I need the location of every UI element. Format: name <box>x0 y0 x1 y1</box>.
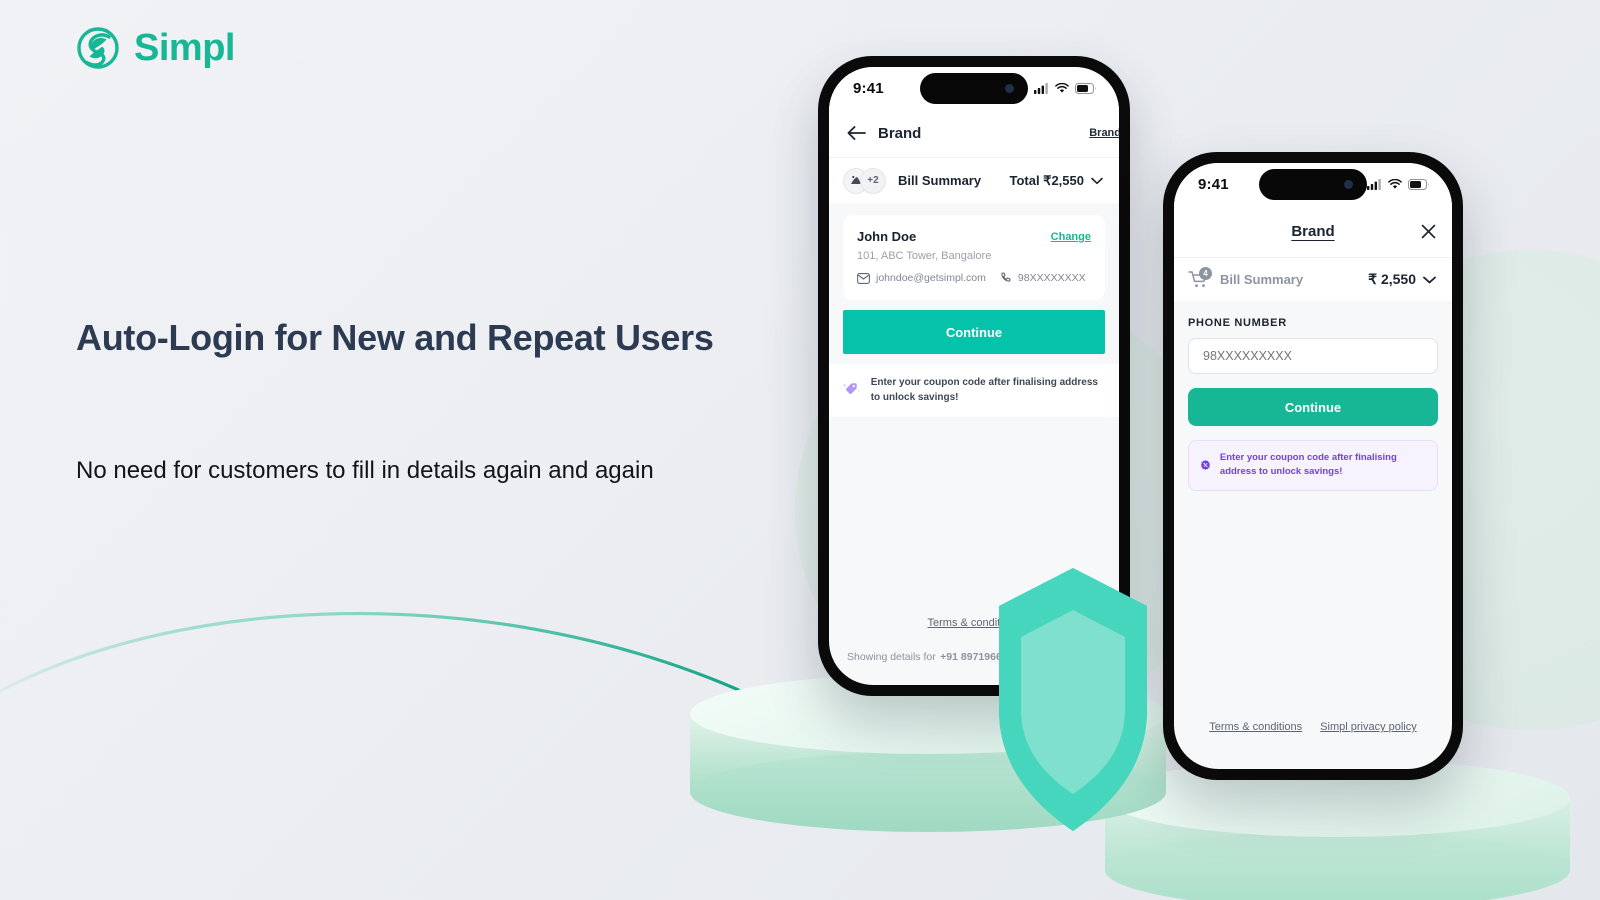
dynamic-island <box>920 73 1028 104</box>
chevron-down-icon[interactable] <box>1091 177 1103 185</box>
address-email-text: johndoe@getsimpl.com <box>876 272 986 284</box>
bill-summary-total: ₹ 2,550 <box>1368 271 1436 288</box>
saved-address-card[interactable]: John Doe Change 101, ABC Tower, Bangalor… <box>843 215 1105 300</box>
phone-one-appbar: Brand Brand <box>829 109 1119 157</box>
front-camera-icon <box>1005 84 1014 93</box>
phone-two-continue-button[interactable]: Continue <box>1188 388 1438 426</box>
page-headline: Auto-Login for New and Repeat Users <box>76 317 714 358</box>
address-name: John Doe <box>857 229 917 244</box>
phone-icon <box>1001 272 1011 282</box>
bill-item-thumbnails: +2 <box>843 167 886 194</box>
chevron-down-icon[interactable] <box>1423 276 1436 284</box>
phone-one-brand-corner-link[interactable]: Brand <box>1089 127 1119 139</box>
address-phone-text: 98XXXXXXXX <box>1017 272 1086 284</box>
dynamic-island <box>1259 169 1367 200</box>
coupon-tag-icon <box>843 383 860 395</box>
phone-one-continue-button[interactable]: Continue <box>843 310 1105 354</box>
terms-conditions-link[interactable]: Terms & conditions <box>1209 721 1302 733</box>
address-email: johndoe@getsimpl.com <box>857 272 986 284</box>
phone-two-statusbar: 9:41 <box>1174 163 1452 205</box>
address-phone: 98XXXXXXXX <box>1000 272 1086 284</box>
coupon-badge-icon <box>1200 460 1211 471</box>
phone-two-footer-links: Terms & conditions Simpl privacy policy <box>1174 721 1452 733</box>
showing-details-prefix: Showing details for <box>847 651 936 663</box>
front-camera-icon <box>1344 180 1353 189</box>
bill-summary-total: Total ₹2,550 <box>1009 173 1103 189</box>
battery-icon <box>1075 82 1096 94</box>
status-time: 9:41 <box>853 79 884 97</box>
wifi-icon <box>1388 178 1402 189</box>
signal-bars-icon <box>1367 178 1381 190</box>
status-time: 9:41 <box>1198 175 1229 193</box>
simpl-logo-icon <box>77 27 119 69</box>
phone-two-screen: 9:41 Brand 4 Bill Summary ₹ 2,550 PHONE … <box>1174 163 1452 769</box>
page-subheadline: No need for customers to fill in details… <box>76 457 654 484</box>
phone-one-coupon-banner: Enter your coupon code after finalising … <box>843 376 1105 405</box>
phone-mockup-two: 9:41 Brand 4 Bill Summary ₹ 2,550 PHONE … <box>1163 152 1463 780</box>
battery-icon <box>1408 178 1429 190</box>
simpl-logo[interactable]: Simpl <box>76 26 235 70</box>
simpl-logo-text: Simpl <box>134 26 235 69</box>
change-address-link[interactable]: Change <box>1051 231 1091 243</box>
phone-one-brand-title: Brand <box>878 124 922 142</box>
phone-two-appbar: Brand <box>1174 205 1452 257</box>
back-arrow-icon[interactable] <box>847 126 866 140</box>
decorative-arc <box>0 612 752 697</box>
bill-total-value: Total ₹2,550 <box>1009 172 1084 188</box>
phone-two-coupon-banner: Enter your coupon code after finalising … <box>1188 440 1438 491</box>
cart-count-badge: 4 <box>1199 267 1212 280</box>
signal-bars-icon <box>1034 82 1048 94</box>
envelope-icon <box>857 272 870 284</box>
extra-items-badge: +2 <box>860 167 886 194</box>
bill-summary-label: Bill Summary <box>898 173 982 188</box>
wifi-icon <box>1055 82 1069 93</box>
address-line: 101, ABC Tower, Bangalore <box>857 250 992 262</box>
phone-number-input[interactable] <box>1188 338 1438 374</box>
bill-summary-label: Bill Summary <box>1220 272 1304 287</box>
phone-two-brand-title: Brand <box>1291 222 1335 240</box>
privacy-policy-link[interactable]: Simpl privacy policy <box>1320 721 1417 733</box>
phone-number-label: PHONE NUMBER <box>1188 317 1287 329</box>
close-icon[interactable] <box>1421 224 1436 239</box>
bill-total-value: ₹ 2,550 <box>1368 271 1416 287</box>
phone-one-statusbar: 9:41 <box>829 67 1119 109</box>
cart-icon-wrapper: 4 <box>1188 267 1212 289</box>
phone-one-coupon-text: Enter your coupon code after finalising … <box>870 377 1098 403</box>
phone-two-coupon-text: Enter your coupon code after finalising … <box>1219 452 1397 478</box>
security-shield-icon <box>999 568 1147 831</box>
phone-two-bill-summary-row[interactable]: 4 Bill Summary ₹ 2,550 <box>1174 257 1452 301</box>
phone-one-bill-summary-row[interactable]: +2 Bill Summary Total ₹2,550 <box>829 157 1119 203</box>
